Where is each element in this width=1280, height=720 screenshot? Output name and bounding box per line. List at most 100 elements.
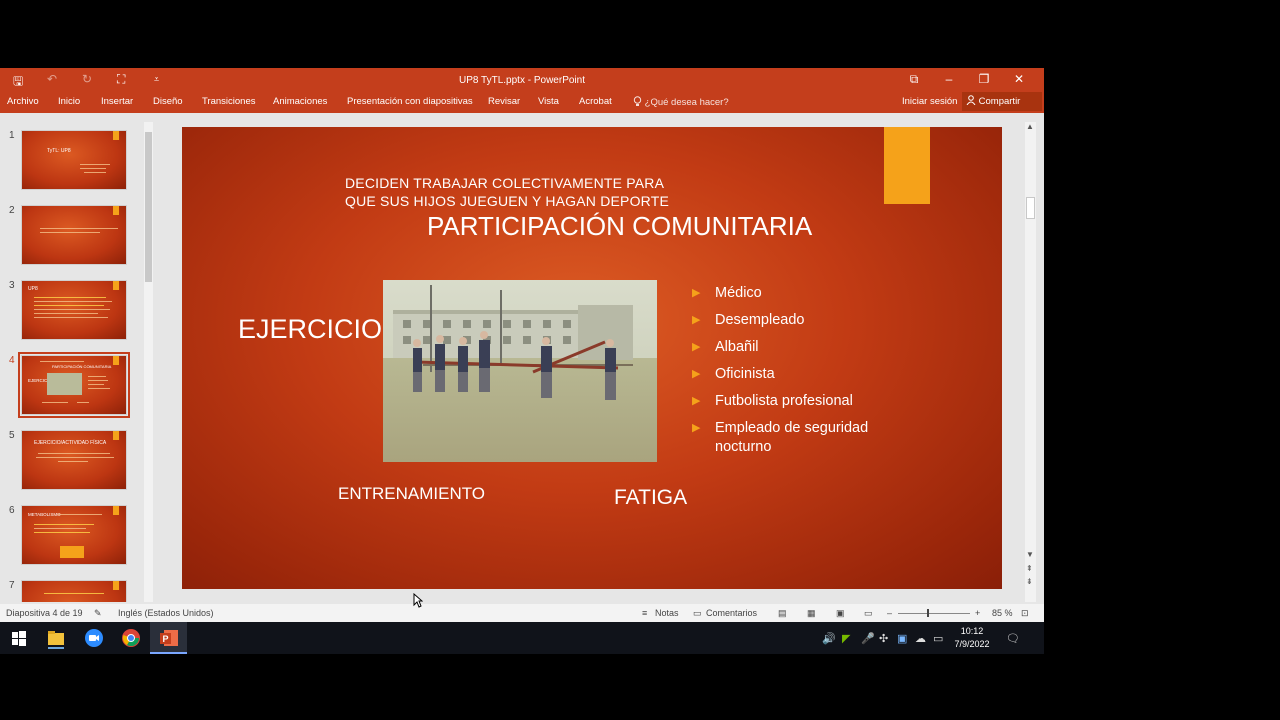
clock[interactable]: 10:12 7/9/2022 [948, 625, 996, 651]
tab-insertar[interactable]: Insertar [101, 96, 133, 107]
accent-bar [113, 281, 119, 290]
bullet-arrow-icon: ▶ [692, 287, 701, 299]
previous-slide-icon[interactable]: ⇞ [1026, 564, 1033, 573]
thumbnail-row[interactable]: 7 [0, 578, 144, 602]
thumbnail-number: 2 [9, 205, 15, 216]
accent-bar [113, 506, 119, 515]
slide-thumbnail-4[interactable]: PARTICIPACIÓN COMUNITARIA EJERCICIO [18, 352, 130, 418]
spellcheck-icon[interactable]: ✎ [94, 608, 102, 619]
slide-subtitle-line[interactable]: DECIDEN TRABAJAR COLECTIVAMENTE PARA [345, 175, 664, 191]
slideshow-icon[interactable]: ▭ [864, 608, 873, 619]
thumbnail-title: TyTL: UP8 [47, 148, 71, 154]
thumbnail-text-line [34, 301, 112, 302]
scrollbar-thumb[interactable] [145, 132, 152, 282]
zoom-in-button[interactable]: + [975, 608, 980, 618]
slide-thumbnail-2[interactable] [21, 205, 127, 265]
thumbnail-text-line [34, 297, 106, 298]
slide-scrollbar[interactable]: ▲ ▼ ⇞ ⇟ [1025, 122, 1036, 602]
thumbnail-row[interactable]: 5 EJERCICIO/ACTIVIDAD FÍSICA [0, 428, 144, 494]
slide-title[interactable]: PARTICIPACIÓN COMUNITARIA [427, 211, 812, 242]
thumbnail-text-line [88, 376, 106, 377]
bullet-text: Médico [715, 285, 762, 301]
thumbnail-number: 5 [9, 430, 15, 441]
thumbnails-scrollbar[interactable] [144, 122, 153, 602]
share-button[interactable]: Compartir [962, 92, 1042, 111]
start-icon[interactable] [8, 627, 30, 649]
reading-view-icon[interactable]: ▣ [836, 608, 845, 619]
speaker-icon[interactable]: 🔊 [822, 632, 836, 645]
thumbnail-row[interactable]: 1 TyTL: UP8 [0, 128, 144, 194]
powerpoint-icon[interactable]: P [158, 627, 180, 649]
sign-in-link[interactable]: Iniciar sesión [902, 96, 957, 107]
minimize-button[interactable]: – [937, 72, 961, 86]
tab-inicio[interactable]: Inicio [58, 96, 80, 107]
tab-acrobat[interactable]: Acrobat [579, 96, 612, 107]
slide-thumbnail-5[interactable]: EJERCICIO/ACTIVIDAD FÍSICA [21, 430, 127, 490]
thumbnail-text-line [58, 514, 102, 515]
share-label: Compartir [978, 96, 1021, 107]
scroll-down-icon[interactable]: ▼ [1026, 550, 1034, 559]
slide-sorter-icon[interactable]: ▦ [807, 608, 816, 619]
thumbnail-text-line [34, 313, 98, 314]
thumbnail-text-line [88, 388, 110, 389]
comments-icon[interactable]: ▭ [693, 608, 702, 619]
slide-thumbnails-pane: 1 TyTL: UP8 2 3 UP8 4 PARTICIPACIÓN COMU… [0, 122, 144, 602]
zoom-out-button[interactable]: – [887, 608, 892, 618]
notes-button[interactable]: Notas [655, 608, 679, 618]
thumbnail-row[interactable]: 3 UP8 [0, 278, 144, 344]
slide-thumbnail-7[interactable] [21, 580, 127, 602]
language-indicator[interactable]: Inglés (Estados Unidos) [118, 608, 214, 618]
slide-subtitle-line[interactable]: QUE SUS HIJOS JUEGUEN Y HAGAN DEPORTE [345, 193, 669, 209]
notifications-icon[interactable]: 🗨 [1006, 632, 1020, 645]
microphone-icon[interactable]: 🎤 [861, 632, 875, 645]
chrome-icon[interactable] [120, 627, 142, 649]
thumbnail-row[interactable]: 6 METABOLISMO [0, 503, 144, 569]
slide-canvas[interactable]: DECIDEN TRABAJAR COLECTIVAMENTE PARA QUE… [182, 127, 1002, 589]
person-icon [966, 95, 976, 106]
normal-view-icon[interactable]: ▤ [778, 608, 787, 619]
fatiga-label[interactable]: FATIGA [614, 486, 687, 510]
tab-animaciones[interactable]: Animaciones [273, 96, 327, 107]
community-photo[interactable] [383, 280, 657, 462]
next-slide-icon[interactable]: ⇟ [1026, 577, 1033, 586]
tab-transiciones[interactable]: Transiciones [202, 96, 256, 107]
slide-thumbnail-3[interactable]: UP8 [21, 280, 127, 340]
thumbnail-row[interactable]: 4 PARTICIPACIÓN COMUNITARIA EJERCICIO [0, 352, 144, 419]
mouse-cursor-icon [413, 593, 423, 608]
scrollbar-thumb[interactable] [1026, 197, 1035, 219]
slide-thumbnail-6[interactable]: METABOLISMO [21, 505, 127, 565]
scroll-up-icon[interactable]: ▲ [1026, 122, 1034, 131]
bullet-text: Futbolista profesional [715, 393, 853, 409]
slide-thumbnail-1[interactable]: TyTL: UP8 [21, 130, 127, 190]
onedrive-icon[interactable]: ☁ [915, 632, 926, 645]
ejercicio-label[interactable]: EJERCICIO [238, 314, 382, 345]
nvidia-icon[interactable]: ◤ [842, 632, 850, 645]
zoom-slider-thumb[interactable] [927, 609, 929, 617]
ribbon-display-options-icon[interactable]: ⧉ [902, 72, 926, 87]
accent-bar [113, 206, 119, 215]
tab-vista[interactable]: Vista [538, 96, 559, 107]
thumbnail-title: PARTICIPACIÓN COMUNITARIA [52, 364, 112, 369]
thumbnail-text-line [58, 461, 88, 462]
notes-icon[interactable]: ≡ [642, 608, 647, 618]
maximize-button[interactable]: ❐ [972, 72, 996, 86]
thumbnail-row[interactable]: 2 [0, 203, 144, 269]
close-button[interactable]: ✕ [1007, 72, 1031, 86]
tab-diseno[interactable]: Diseño [153, 96, 183, 107]
network-icon[interactable]: ✣ [879, 632, 888, 645]
powerpoint-window: 🖫 ↶ ↻ ⛶ ⩡ UP8 TyTL.pptx - PowerPoint ⧉ –… [0, 68, 1044, 654]
tab-archivo[interactable]: Archivo [7, 96, 39, 107]
file-explorer-icon[interactable] [45, 627, 67, 649]
comments-button[interactable]: Comentarios [706, 608, 757, 618]
taskbar: P 🔊 ◤ 🎤 ✣ ▣ ☁ ▭ 10:12 7/9/2022 🗨 [0, 622, 1044, 654]
fit-slide-icon[interactable]: ⊡ [1021, 608, 1029, 619]
tab-revisar[interactable]: Revisar [488, 96, 520, 107]
tab-presentacion[interactable]: Presentación con diapositivas [347, 96, 473, 107]
tell-me-search[interactable]: ¿Qué desea hacer? [633, 96, 729, 108]
zoom-level[interactable]: 85 % [992, 608, 1013, 618]
zoom-slider[interactable] [898, 613, 970, 614]
display-icon[interactable]: ▭ [933, 632, 943, 645]
entrenamiento-label[interactable]: ENTRENAMIENTO [338, 484, 485, 504]
zoom-icon[interactable] [83, 627, 105, 649]
zoom-tray-icon[interactable]: ▣ [897, 632, 907, 645]
